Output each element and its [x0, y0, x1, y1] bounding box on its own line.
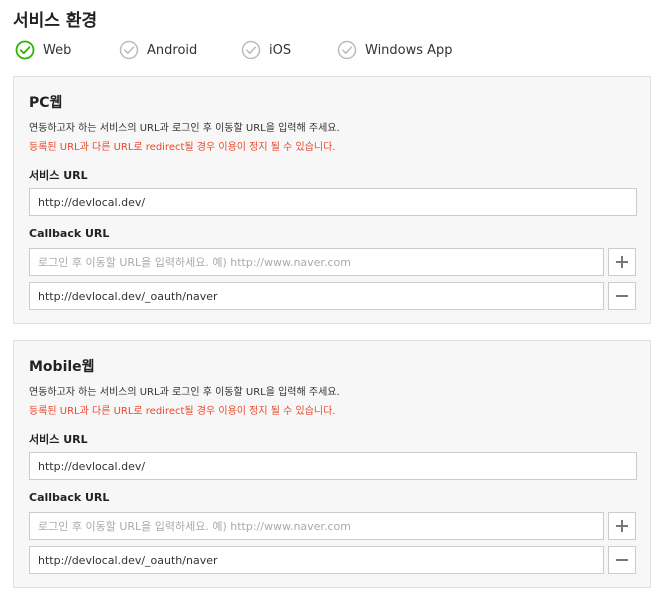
mobile-remove-callback-button[interactable] [608, 546, 636, 574]
mobile-callback-url-new-input[interactable] [29, 512, 604, 540]
pc-callback-url-label: Callback URL [29, 227, 110, 240]
minus-icon [616, 295, 628, 297]
pc-add-callback-button[interactable] [608, 248, 636, 276]
page-title: 서비스 환경 [13, 11, 98, 31]
mobile-add-callback-button[interactable] [608, 512, 636, 540]
platform-option-web[interactable]: Web [15, 38, 71, 62]
mobile-web-warning: 등록된 URL과 다른 URL로 redirect될 경우 이용이 정지 될 수… [29, 406, 336, 417]
pc-web-section: PC웹 연동하고자 하는 서비스의 URL과 로그인 후 이동할 URL을 입력… [13, 76, 651, 324]
check-circle-icon [337, 40, 357, 60]
mobile-service-url-label: 서비스 URL [29, 433, 88, 446]
check-circle-icon [241, 40, 261, 60]
minus-icon [616, 559, 628, 561]
mobile-web-title: Mobile웹 [29, 359, 95, 375]
platform-label-windows-app: Windows App [365, 42, 453, 58]
mobile-web-section: Mobile웹 연동하고자 하는 서비스의 URL과 로그인 후 이동할 URL… [13, 340, 651, 588]
pc-web-description: 연동하고자 하는 서비스의 URL과 로그인 후 이동할 URL을 입력해 주세… [29, 123, 340, 134]
pc-callback-url-new-input[interactable] [29, 248, 604, 276]
platform-label-android: Android [147, 42, 198, 58]
check-circle-icon [15, 40, 35, 60]
pc-web-title: PC웹 [29, 95, 63, 111]
platform-label-web: Web [43, 42, 72, 58]
platform-option-ios[interactable]: iOS [241, 38, 291, 62]
platform-selector: Web Android iOS Windows App [13, 38, 663, 62]
plus-icon [616, 520, 628, 532]
platform-option-windows-app[interactable]: Windows App [337, 38, 453, 62]
mobile-service-url-input[interactable] [29, 452, 637, 480]
mobile-callback-url-input[interactable] [29, 546, 604, 574]
platform-option-android[interactable]: Android [119, 38, 197, 62]
mobile-callback-url-label: Callback URL [29, 491, 110, 504]
mobile-web-description: 연동하고자 하는 서비스의 URL과 로그인 후 이동할 URL을 입력해 주세… [29, 387, 340, 398]
check-circle-icon [119, 40, 139, 60]
pc-service-url-label: 서비스 URL [29, 169, 88, 182]
pc-service-url-input[interactable] [29, 188, 637, 216]
platform-label-ios: iOS [269, 42, 292, 58]
plus-icon [616, 256, 628, 268]
pc-callback-url-input[interactable] [29, 282, 604, 310]
pc-remove-callback-button[interactable] [608, 282, 636, 310]
pc-web-warning: 등록된 URL과 다른 URL로 redirect될 경우 이용이 정지 될 수… [29, 142, 336, 153]
